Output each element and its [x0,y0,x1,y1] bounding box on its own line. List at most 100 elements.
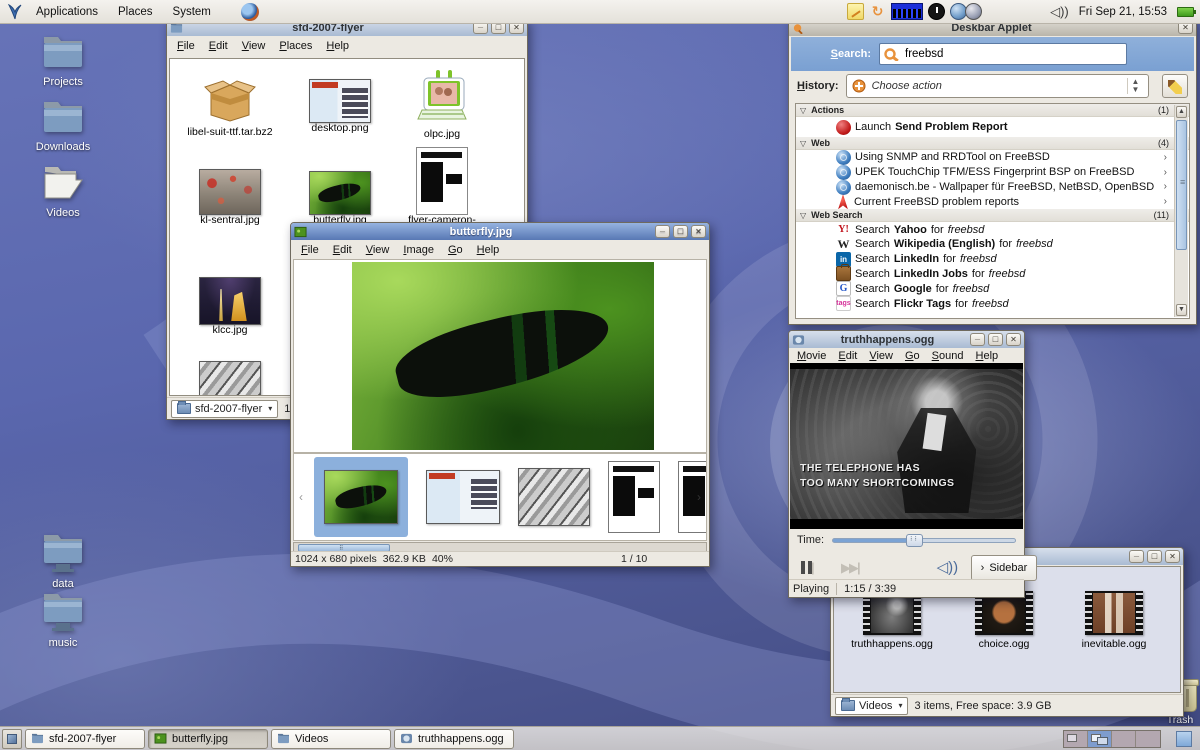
previous-button[interactable]: |◀◀ [811,559,827,577]
panel-clock[interactable]: Fri Sep 21, 15:53 [1073,6,1173,18]
video-display[interactable]: THE TELEPHONE HAS TOO MANY SHORTCOMINGS [790,363,1023,529]
workspace-2-active[interactable] [1088,731,1112,747]
menu-file[interactable]: File [170,37,202,55]
scroll-up-icon[interactable]: ▲ [1176,106,1187,118]
media-player-window[interactable]: truthhappens.ogg Movie Edit View Go Soun… [788,330,1025,598]
deskbar-search-item[interactable]: W Search Wikipedia (English) for freebsd [796,237,1189,252]
deskbar-search-item[interactable]: G Search Google for freebsd [796,281,1189,296]
menu-image[interactable]: Image [396,241,441,259]
desktop-icon-downloads[interactable]: Downloads [20,98,106,153]
firefox-launcher-icon[interactable] [241,3,259,21]
desktop-icon-projects[interactable]: Projects [20,33,106,88]
history-dropdown[interactable]: Choose action ▲▼ [846,74,1149,98]
deskbar-results-list[interactable]: ▽ Actions (1) Launch Send Problem Report… [795,103,1190,319]
user-switch-icon[interactable]: ↻ [869,3,886,20]
menu-movie[interactable]: Movie [791,348,832,364]
menu-sound[interactable]: Sound [926,348,970,364]
location-dropdown[interactable]: sfd-2007-flyer [171,400,278,418]
notes-applet-icon[interactable] [847,3,864,20]
file-item[interactable]: klcc.jpg [178,277,282,337]
deskbar-search-item[interactable]: in Search LinkedIn for freebsd [796,252,1189,267]
deskbar-search-item[interactable]: tags Search Flickr Tags for freebsd [796,296,1189,311]
desktop-icon-data[interactable]: data [20,531,106,590]
workspace-switcher[interactable] [1063,730,1161,748]
menu-view[interactable]: View [359,241,397,259]
desktop-icon-videos[interactable]: Videos [20,164,106,219]
system-monitor-icon[interactable] [891,3,923,20]
file-item[interactable]: desktop.png [288,79,392,135]
viewer-canvas[interactable] [293,259,707,453]
file-item[interactable]: choice.ogg [952,591,1056,650]
deskbar-scrollbar[interactable]: ▲ ▼ [1174,105,1188,317]
search-input[interactable]: freebsd [879,43,1127,65]
show-desktop-button[interactable] [2,729,22,749]
deskbar-search-item[interactable]: Search LinkedIn Jobs for freebsd [796,267,1189,282]
minimize-button[interactable] [655,225,670,238]
menu-help[interactable]: Help [319,37,356,55]
file-item[interactable]: documents.jpg [178,361,282,396]
menu-places[interactable]: Places [110,3,161,21]
documents-thumbnail[interactable] [518,468,590,526]
menu-go[interactable]: Go [899,348,926,364]
close-button[interactable] [691,225,706,238]
menu-view[interactable]: View [235,37,273,55]
expand-arrow-icon[interactable]: › [1164,167,1167,178]
thumbnail-strip[interactable]: ‹ › [293,453,707,541]
task-button-fm[interactable]: sfd-2007-flyer [25,729,145,749]
file-item[interactable]: kl-sentral.jpg [178,169,282,227]
menu-edit[interactable]: Edit [202,37,235,55]
deskbar-web-item[interactable]: Current FreeBSD problem reports › [796,194,1189,209]
deskbar-web-item[interactable]: UPEK TouchChip TFM/ESS Fingerprint BSP o… [796,165,1189,180]
menu-go[interactable]: Go [441,241,470,259]
task-button-totem[interactable]: truthhappens.ogg [394,729,514,749]
thumbnail-selected[interactable] [314,457,408,537]
expand-arrow-icon[interactable]: › [1164,181,1167,192]
strip-right-arrow-icon[interactable]: › [692,490,706,504]
file-item[interactable]: inevitable.ogg [1062,591,1166,650]
file-item[interactable]: truthhappens.ogg [840,591,944,650]
deskbar-action-item[interactable]: Launch Send Problem Report [796,117,1189,137]
expand-arrow-icon[interactable]: › [1164,196,1167,207]
maximize-button[interactable] [988,333,1003,346]
menu-file[interactable]: File [294,241,326,259]
section-header-actions[interactable]: ▽ Actions (1) [796,104,1189,117]
section-header-web[interactable]: ▽ Web (4) [796,137,1189,150]
task-button-videos[interactable]: Videos [271,729,391,749]
workspace-3[interactable] [1112,731,1136,747]
maximize-button[interactable] [673,225,688,238]
menu-applications[interactable]: Applications [28,3,106,21]
location-dropdown[interactable]: Videos [835,697,908,715]
next-button[interactable]: ▶▶| [841,559,859,577]
spinner-arrows-icon[interactable]: ▲▼ [1127,78,1143,94]
sidebar-button[interactable]: › Sidebar [971,555,1038,581]
close-button[interactable] [1165,550,1180,563]
menu-help[interactable]: Help [970,348,1005,364]
minimize-button[interactable] [970,333,985,346]
task-button-viewer[interactable]: butterfly.jpg [148,729,268,749]
deskbar-window[interactable]: Deskbar Applet Search: freebsd History: … [788,18,1197,325]
menu-edit[interactable]: Edit [832,348,863,364]
minimize-button[interactable] [1129,550,1144,563]
globe-icon[interactable] [965,3,982,20]
clear-history-button[interactable] [1162,74,1188,98]
seek-slider[interactable] [832,538,1016,543]
menu-help[interactable]: Help [470,241,507,259]
file-item[interactable]: libel-suit-ttf.tar.bz2 [178,77,282,138]
section-header-web-search[interactable]: ▽ Web Search (11) [796,209,1189,222]
maximize-button[interactable] [1147,550,1162,563]
battery-icon[interactable] [1177,7,1194,17]
viewer-titlebar[interactable]: butterfly.jpg [291,223,709,240]
deskbar-web-item[interactable]: daemonisch.be - Wallpaper für FreeBSD, N… [796,180,1189,195]
totem-titlebar[interactable]: truthhappens.ogg [789,331,1024,348]
flyer-thumbnail[interactable] [608,461,660,533]
menu-edit[interactable]: Edit [326,241,359,259]
volume-icon[interactable]: ◁)) [1050,4,1069,20]
strip-left-arrow-icon[interactable]: ‹ [294,490,308,504]
image-viewer-window[interactable]: butterfly.jpg File Edit View Image Go He… [290,222,710,567]
deskbar-search-item[interactable]: Y! Search Yahoo for freebsd [796,222,1189,237]
desktop-thumbnail[interactable] [426,470,500,524]
close-button[interactable] [1006,333,1021,346]
desktop-icon-music[interactable]: music [20,590,106,649]
file-item[interactable]: butterfly.jpg [288,171,392,227]
seek-slider-thumb[interactable] [906,534,923,547]
